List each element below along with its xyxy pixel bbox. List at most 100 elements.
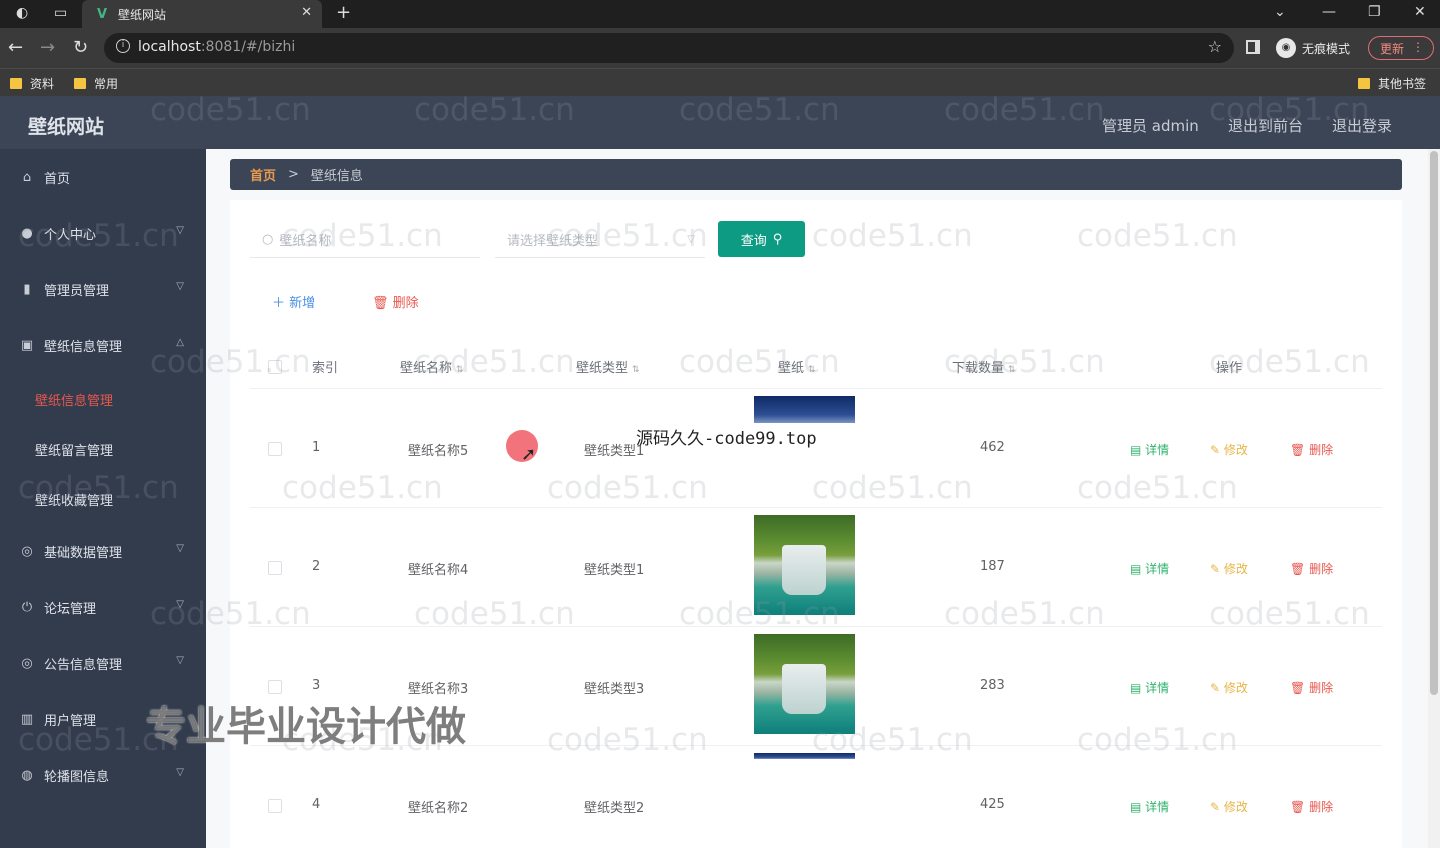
close-window-icon[interactable]: ✕ <box>1414 4 1426 20</box>
other-bookmarks[interactable]: 其他书签 <box>1358 75 1426 92</box>
menu-label: 壁纸信息管理 <box>44 339 123 355</box>
add-button[interactable]: ＋ 新增 <box>272 292 315 311</box>
restore-icon[interactable]: ❐ <box>1368 4 1381 20</box>
chevron-down-icon: ▽ <box>176 543 184 554</box>
row-checkbox[interactable] <box>268 442 282 456</box>
to-front-link[interactable]: 退出到前台 <box>1228 115 1303 136</box>
incognito-icon: ◉ <box>1276 38 1296 58</box>
close-tab-icon[interactable]: ✕ <box>301 5 312 20</box>
profile-icon[interactable]: ◐ <box>16 5 28 21</box>
sidebar-item-notice[interactable]: ◎ 公告信息管理 ▽ <box>0 643 206 683</box>
sort-icon: ⇅ <box>632 365 640 375</box>
th-downloads[interactable]: 下载数量 ⇅ <box>952 357 1016 376</box>
browser-tab[interactable]: V 壁纸网站 ✕ <box>82 0 322 28</box>
row-checkbox[interactable] <box>268 680 282 694</box>
folder-icon <box>10 78 22 89</box>
chevron-down-icon[interactable]: ⌄ <box>1274 4 1286 20</box>
wallpaper-thumbnail[interactable] <box>754 753 855 759</box>
cell-index: 4 <box>312 797 321 812</box>
url-field[interactable]: i localhost:8081/#/bizhi ☆ <box>104 33 1234 63</box>
tab-search-icon[interactable]: ▭ <box>54 5 67 21</box>
back-icon[interactable]: ← <box>8 37 23 58</box>
cell-downloads: 187 <box>980 559 1005 574</box>
th-image[interactable]: 壁纸 ⇅ <box>778 357 816 376</box>
cell-name: 壁纸名称4 <box>408 563 469 578</box>
bookmark-folder-1[interactable]: 资料 <box>10 75 54 92</box>
logout-link[interactable]: 退出登录 <box>1332 115 1392 136</box>
address-bar-row: ← → ↻ i localhost:8081/#/bizhi ☆ ◉ 无痕模式 … <box>0 28 1440 68</box>
sidebar-item-wallpaper[interactable]: ▣ 壁纸信息管理 △ <box>0 325 206 365</box>
menu-label: 论坛管理 <box>44 601 97 617</box>
menu-label: 公告信息管理 <box>44 657 123 673</box>
search-icon: ○ <box>262 232 274 247</box>
breadcrumb-home[interactable]: 首页 <box>250 165 276 184</box>
update-button[interactable]: 更新 ⋮ <box>1368 36 1434 60</box>
wallpaper-thumbnail[interactable] <box>754 396 855 423</box>
folder-icon <box>74 78 86 89</box>
delete-button[interactable]: 🗑 删除 <box>1290 679 1333 696</box>
sidebar-item-home[interactable]: ⌂ 首页 <box>0 157 206 197</box>
cell-type: 壁纸类型2 <box>584 801 645 816</box>
detail-button[interactable]: ▤ 详情 <box>1130 798 1169 815</box>
wallpaper-thumbnail[interactable] <box>754 515 855 615</box>
image-icon: ▣ <box>20 337 34 353</box>
batch-delete-button[interactable]: 🗑 删除 <box>372 292 419 311</box>
menu-label: 基础数据管理 <box>44 545 123 561</box>
th-type[interactable]: 壁纸类型 ⇅ <box>576 357 640 376</box>
select-all-checkbox[interactable] <box>268 360 282 374</box>
wallpaper-name-input[interactable]: ○ 壁纸名称 <box>250 222 480 258</box>
type-placeholder: 请选择壁纸类型 <box>507 234 599 249</box>
row-checkbox[interactable] <box>268 561 282 575</box>
detail-button[interactable]: ▤ 详情 <box>1130 679 1169 696</box>
cell-type: 壁纸类型1 <box>584 563 645 578</box>
sidebar-item-basedata[interactable]: ◎ 基础数据管理 ▽ <box>0 531 206 571</box>
menu-label: 轮播图信息 <box>44 769 110 785</box>
minimize-icon[interactable]: — <box>1322 4 1336 20</box>
sidebar-sub-wallpaper-favorites[interactable]: 壁纸收藏管理 <box>35 490 113 509</box>
chevron-down-icon: ▽ <box>176 655 184 666</box>
th-name[interactable]: 壁纸名称 ⇅ <box>400 357 464 376</box>
query-button[interactable]: 查询 ⚲ <box>718 221 805 257</box>
side-panel-icon[interactable] <box>1246 40 1260 54</box>
name-placeholder: 壁纸名称 <box>279 234 332 249</box>
reload-icon[interactable]: ↻ <box>73 37 88 58</box>
scrollbar-thumb[interactable] <box>1430 151 1438 695</box>
edit-button[interactable]: ✎ 修改 <box>1210 798 1248 815</box>
sidebar-item-forum[interactable]: ⏻ 论坛管理 ▽ <box>0 587 206 627</box>
wallpaper-thumbnail[interactable] <box>754 634 855 734</box>
bookmark-folder-2[interactable]: 常用 <box>74 75 118 92</box>
row-checkbox[interactable] <box>268 799 282 813</box>
sidebar-sub-wallpaper-info[interactable]: 壁纸信息管理 <box>35 390 113 409</box>
delete-button[interactable]: 🗑 删除 <box>1290 798 1333 815</box>
incognito-label: 无痕模式 <box>1302 41 1351 56</box>
menu-dots-icon: ⋮ <box>1412 40 1424 54</box>
breadcrumb-current: 壁纸信息 <box>310 169 363 184</box>
incognito-badge[interactable]: ◉ 无痕模式 <box>1276 38 1350 58</box>
sidebar-sub-wallpaper-comments[interactable]: 壁纸留言管理 <box>35 440 113 459</box>
delete-button[interactable]: 🗑 删除 <box>1290 560 1333 577</box>
chevron-down-icon: ▽ <box>176 767 184 778</box>
star-icon[interactable]: ☆ <box>1208 37 1222 56</box>
detail-button[interactable]: ▤ 详情 <box>1130 560 1169 577</box>
edit-button[interactable]: ✎ 修改 <box>1210 679 1248 696</box>
sidebar-item-admin[interactable]: ▮ 管理员管理 ▽ <box>0 269 206 309</box>
cell-index: 2 <box>312 559 321 574</box>
edit-button[interactable]: ✎ 修改 <box>1210 441 1248 458</box>
sidebar-item-profile[interactable]: ● 个人中心 ▽ <box>0 213 206 253</box>
detail-button[interactable]: ▤ 详情 <box>1130 441 1169 458</box>
delete-button[interactable]: 🗑 删除 <box>1290 441 1333 458</box>
wallpaper-type-select[interactable]: 请选择壁纸类型 ▽ <box>495 222 705 258</box>
new-tab-icon[interactable]: + <box>336 2 351 23</box>
query-label: 查询 <box>740 233 767 249</box>
cursor-icon: ➚ <box>521 444 537 465</box>
site-brand: 壁纸网站 <box>28 116 105 138</box>
page-scrollbar[interactable] <box>1428 149 1440 848</box>
tab-title: 壁纸网站 <box>118 7 167 22</box>
bookmark-label: 常用 <box>94 77 119 91</box>
edit-button[interactable]: ✎ 修改 <box>1210 560 1248 577</box>
forward-icon[interactable]: → <box>40 37 55 58</box>
sidebar-item-carousel[interactable]: ◍ 轮播图信息 ▽ <box>0 755 206 795</box>
cell-downloads: 462 <box>980 440 1005 455</box>
info-icon[interactable]: i <box>116 39 130 53</box>
menu-label: 用户管理 <box>44 713 97 729</box>
